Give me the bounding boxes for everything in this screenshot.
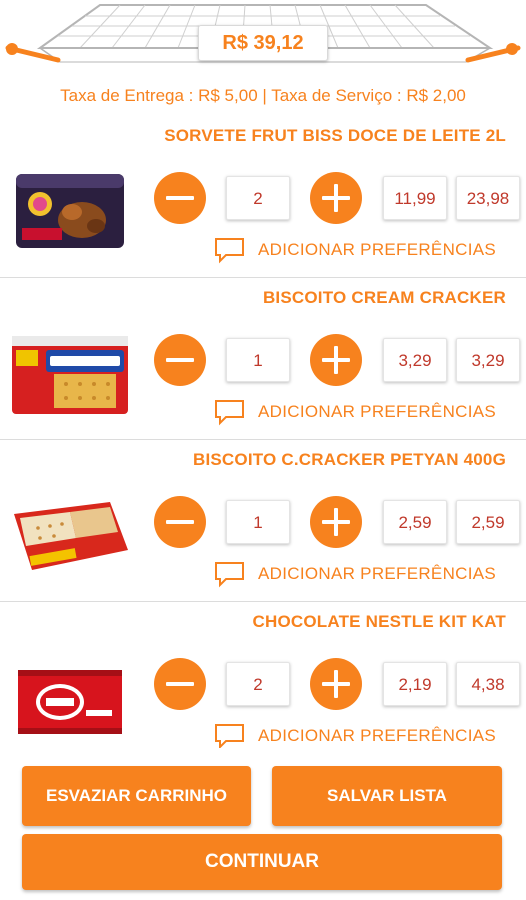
item-name: BISCOITO CREAM CRACKER: [262, 288, 506, 307]
product-image: [18, 670, 122, 734]
item-name: CHOCOLATE NESTLE KIT KAT: [252, 612, 506, 631]
item-name: SORVETE FRUT BISS DOCE DE LEITE 2L: [164, 126, 506, 145]
add-preferences-label: ADICIONAR PREFERÊNCIAS: [258, 402, 497, 421]
subtotal: 4,38: [456, 662, 520, 706]
subtotal: 23,98: [456, 176, 520, 220]
increase-quantity-button[interactable]: [310, 334, 362, 386]
unit-price: 2,19: [383, 662, 447, 706]
decrease-quantity-button[interactable]: [154, 172, 206, 224]
list-item: BISCOITO C.CRACKER PETYAN 400G 1 2,59 2,…: [0, 440, 526, 602]
subtotal: 3,29: [456, 338, 520, 382]
item-name: BISCOITO C.CRACKER PETYAN 400G: [192, 450, 506, 469]
subtotal: 2,59: [456, 500, 520, 544]
quantity-field[interactable]: 2: [226, 176, 290, 220]
decrease-quantity-button[interactable]: [154, 496, 206, 548]
list-item: CHOCOLATE NESTLE KIT KAT 2 2,19 4,38 ADI…: [0, 602, 526, 748]
decrease-quantity-button[interactable]: [154, 334, 206, 386]
comment-icon: [215, 562, 244, 588]
quantity-field[interactable]: 1: [226, 500, 290, 544]
list-item: BISCOITO CREAM CRACKER 1 3,29 3,29 ADICI…: [0, 278, 526, 440]
fees-info: Taxa de Entrega : R$ 5,00 | Taxa de Serv…: [60, 86, 466, 105]
unit-price: 3,29: [383, 338, 447, 382]
comment-icon: [215, 238, 244, 264]
unit-price: 2,59: [383, 500, 447, 544]
product-image: [14, 502, 128, 570]
add-preferences-label: ADICIONAR PREFERÊNCIAS: [258, 726, 497, 745]
product-image: [16, 174, 124, 248]
increase-quantity-button[interactable]: [310, 172, 362, 224]
product-image: [12, 336, 128, 414]
cart-total: R$ 39,12: [198, 25, 328, 61]
continue-button[interactable]: CONTINUAR: [22, 834, 502, 890]
quantity-field[interactable]: 2: [226, 662, 290, 706]
save-list-button[interactable]: SALVAR LISTA: [272, 766, 502, 826]
list-item: SORVETE FRUT BISS DOCE DE LEITE 2L 2 11,…: [0, 116, 526, 278]
empty-cart-button[interactable]: ESVAZIAR CARRINHO: [22, 766, 251, 826]
increase-quantity-button[interactable]: [310, 496, 362, 548]
add-preferences-label: ADICIONAR PREFERÊNCIAS: [258, 240, 497, 259]
unit-price: 11,99: [383, 176, 447, 220]
comment-icon: [215, 724, 244, 748]
decrease-quantity-button[interactable]: [154, 658, 206, 710]
increase-quantity-button[interactable]: [310, 658, 362, 710]
comment-icon: [215, 400, 244, 426]
bottom-action-bar: ESVAZIAR CARRINHO SALVAR LISTA CONTINUAR: [0, 750, 526, 900]
cart-header: R$ 39,12: [0, 0, 526, 82]
cart-item-list[interactable]: SORVETE FRUT BISS DOCE DE LEITE 2L 2 11,…: [0, 116, 526, 748]
quantity-field[interactable]: 1: [226, 338, 290, 382]
add-preferences-label: ADICIONAR PREFERÊNCIAS: [258, 564, 497, 583]
